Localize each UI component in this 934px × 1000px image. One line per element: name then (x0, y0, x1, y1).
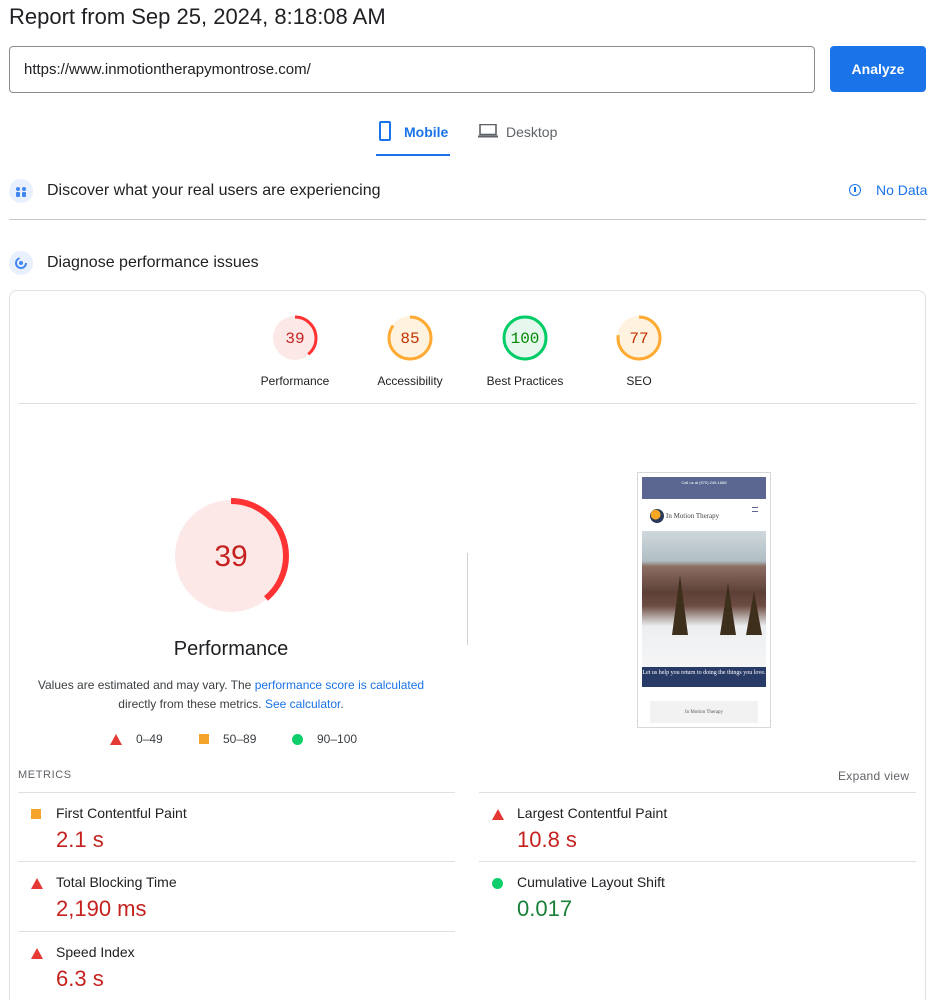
gauge-score: 100 (511, 330, 540, 348)
legend-range: 90–100 (317, 732, 358, 746)
triangle-icon (110, 733, 122, 745)
metric-name: Largest Contentful Paint (517, 805, 668, 821)
category-seo-gauge[interactable]: 77 SEO (579, 314, 699, 388)
tab-desktop[interactable]: Desktop (478, 118, 557, 156)
diagnose-title: Diagnose performance issues (47, 254, 259, 271)
gauge-ring: 39 (272, 315, 318, 361)
triangle-icon (31, 878, 43, 889)
vertical-divider (467, 553, 468, 645)
gauge-score: 77 (629, 330, 648, 348)
metric-name: Total Blocking Time (56, 874, 177, 890)
url-input[interactable] (9, 46, 815, 93)
page-screenshot: Call us at (970) 249-1688 In Motion Ther… (637, 472, 771, 728)
legend-range: 50–89 (223, 732, 257, 746)
circle-icon (492, 878, 503, 889)
diagnose-section-header: Diagnose performance issues (9, 251, 259, 275)
screenshot-banner: Let us help you return to doing the thin… (642, 667, 766, 687)
category-accessibility-gauge[interactable]: 85 Accessibility (350, 314, 470, 388)
no-data-link[interactable]: No Data (849, 182, 927, 198)
tab-mobile-label: Mobile (404, 124, 449, 140)
circle-icon (292, 733, 303, 745)
screenshot-logo-text: In Motion Therapy (666, 512, 720, 520)
metric-value: 10.8 s (517, 827, 577, 852)
square-icon (199, 734, 209, 744)
legend-range: 0–49 (136, 732, 163, 746)
score-calculated-link[interactable]: performance score is calculated (255, 678, 424, 692)
metric-largest-contentful-paint: Largest Contentful Paint 10.8 s (479, 792, 916, 862)
metric-value: 0.017 (517, 896, 573, 921)
analyze-button[interactable]: Analyze (830, 46, 926, 92)
legend-pass: 90–100 (292, 732, 357, 746)
tab-mobile[interactable]: Mobile (376, 118, 451, 156)
metrics-section-label: METRICS (18, 769, 72, 781)
metric-cumulative-layout-shift: Cumulative Layout Shift 0.017 (479, 861, 916, 931)
gauge-ring: 85 (387, 315, 433, 361)
metric-name: Speed Index (56, 944, 135, 960)
screenshot-top-bar: Call us at (970) 249-1688 (642, 477, 766, 499)
metric-value: 2,190 ms (56, 896, 147, 921)
legend-fail: 0–49 (110, 732, 163, 746)
gauge-label: Best Practices (486, 374, 564, 388)
metric-name: Cumulative Layout Shift (517, 874, 665, 890)
laptop-icon (478, 118, 498, 142)
note-middle: directly from these metrics. (118, 697, 262, 711)
logo-icon (650, 509, 664, 523)
performance-score: 39 (214, 540, 247, 573)
gauge-icon (9, 251, 33, 275)
report-title: Report from Sep 25, 2024, 8:18:08 AM (9, 4, 386, 29)
section-divider (9, 219, 926, 220)
triangle-icon (31, 948, 43, 959)
tab-desktop-label: Desktop (506, 124, 558, 140)
metric-first-contentful-paint: First Contentful Paint 2.1 s (18, 792, 455, 862)
phone-icon (376, 118, 396, 142)
category-performance-gauge[interactable]: 39 Performance (235, 314, 355, 388)
category-best-practices-gauge[interactable]: 100 Best Practices (465, 314, 585, 388)
no-data-label: No Data (876, 182, 928, 198)
screenshot-logo-row: In Motion Therapy (642, 503, 766, 529)
performance-big-gauge: 39 (173, 498, 289, 614)
gauge-ring: 100 (502, 315, 548, 361)
metric-speed-index: Speed Index 6.3 s (18, 931, 455, 1000)
note-prefix: Values are estimated and may vary. The (37, 678, 252, 692)
screenshot-footer: In Motion Therapy (650, 701, 758, 723)
gauge-label: Accessibility (377, 374, 443, 388)
discover-title: Discover what your real users are experi… (47, 182, 381, 199)
estimate-note: Values are estimated and may vary. The p… (37, 678, 425, 711)
expand-view-toggle[interactable]: Expand view (838, 769, 909, 783)
gauge-ring: 77 (616, 315, 662, 361)
menu-icon (752, 507, 758, 512)
gauge-score: 39 (285, 330, 304, 348)
card-divider (18, 403, 916, 404)
gauge-label: SEO (626, 374, 652, 388)
square-icon (31, 809, 41, 819)
gauge-score: 85 (400, 330, 419, 348)
metric-name: First Contentful Paint (56, 805, 187, 821)
metric-value: 2.1 s (56, 827, 104, 852)
performance-title: Performance (173, 638, 289, 660)
legend-average: 50–89 (199, 732, 256, 746)
metric-value: 6.3 s (56, 966, 104, 991)
discover-section-header: Discover what your real users are experi… (9, 179, 380, 203)
gauge-label: Performance (260, 374, 330, 388)
triangle-icon (492, 809, 504, 820)
users-icon (9, 179, 33, 203)
info-icon (849, 184, 861, 196)
see-calculator-link[interactable]: See calculator (265, 697, 340, 711)
metric-total-blocking-time: Total Blocking Time 2,190 ms (18, 861, 455, 931)
screenshot-hero-image (642, 531, 766, 667)
